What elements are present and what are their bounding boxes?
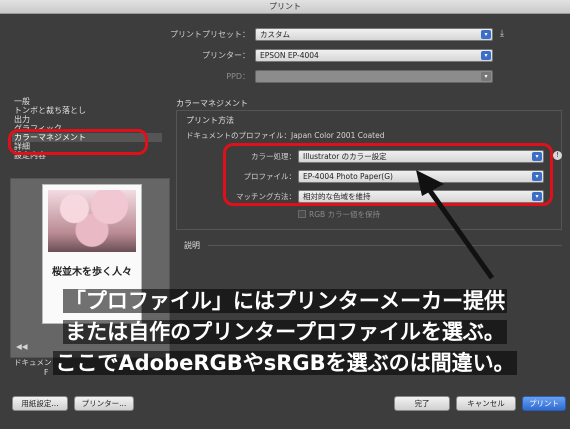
description-title: 説明 xyxy=(184,241,200,250)
overlay-line-1-text: 「プロファイル」にはプリンターメーカー提供 xyxy=(62,289,508,313)
ppd-label: PPD： xyxy=(226,72,250,81)
highlight-ring-sidebar xyxy=(8,129,148,155)
page-setup-button[interactable]: 用紙設定... xyxy=(12,396,68,411)
preset-label: プリントプリセット： xyxy=(170,30,250,39)
overlay-line-3: ここでAdobeRGBやsRGBを選ぶのは間違い。 xyxy=(0,348,570,378)
annotation-arrow-icon xyxy=(416,170,495,280)
sidebar-item-marks-bleeds[interactable]: トンボと裁ち落とし xyxy=(12,106,162,115)
overlay-line-2: または自作のプリンタープロファイルを選ぶ。 xyxy=(0,317,570,347)
printer-label: プリンター： xyxy=(202,51,250,60)
preset-value: カスタム xyxy=(260,30,290,39)
ppd-dropdown[interactable]: ▾ xyxy=(255,70,493,83)
save-preset-icon[interactable]: ⤓ xyxy=(500,29,512,40)
overlay-line-3-text: ここでAdobeRGBやsRGBを選ぶのは間違い。 xyxy=(53,351,517,375)
preview-photo xyxy=(48,190,136,252)
window-title: プリント xyxy=(0,0,570,14)
overlay-line-2-text: または自作のプリンタープロファイルを選ぶ。 xyxy=(63,320,507,344)
dropdown-arrow-icon: ▾ xyxy=(481,30,491,39)
overlay-line-1: 「プロファイル」にはプリンターメーカー提供 xyxy=(0,286,570,316)
preserve-rgb-label: RGB カラー値を保持 xyxy=(309,210,381,219)
preserve-rgb-checkbox[interactable] xyxy=(298,210,306,218)
preset-dropdown[interactable]: カスタム ▾ xyxy=(255,28,493,41)
print-method-title: プリント方法 xyxy=(186,116,234,125)
color-management-title: カラーマネジメント xyxy=(176,99,248,108)
sidebar-item-output[interactable]: 出力 xyxy=(12,115,162,124)
print-button[interactable]: プリント xyxy=(522,396,566,411)
cancel-button[interactable]: キャンセル xyxy=(456,396,516,411)
info-icon[interactable]: ! xyxy=(553,151,562,160)
printer-value: EPSON EP-4004 xyxy=(260,51,319,60)
document-profile: ドキュメントのプロファイル：Japan Color 2001 Coated xyxy=(186,131,385,140)
printer-button[interactable]: プリンター... xyxy=(74,396,134,411)
done-button[interactable]: 完了 xyxy=(394,396,450,411)
dropdown-arrow-icon: ▾ xyxy=(481,51,491,60)
sidebar-item-general[interactable]: 一般 xyxy=(12,97,162,106)
preview-caption: 桜並木を歩く人々 xyxy=(52,267,132,278)
dropdown-arrow-icon: ▾ xyxy=(481,72,491,81)
printer-dropdown[interactable]: EPSON EP-4004 ▾ xyxy=(255,49,493,62)
